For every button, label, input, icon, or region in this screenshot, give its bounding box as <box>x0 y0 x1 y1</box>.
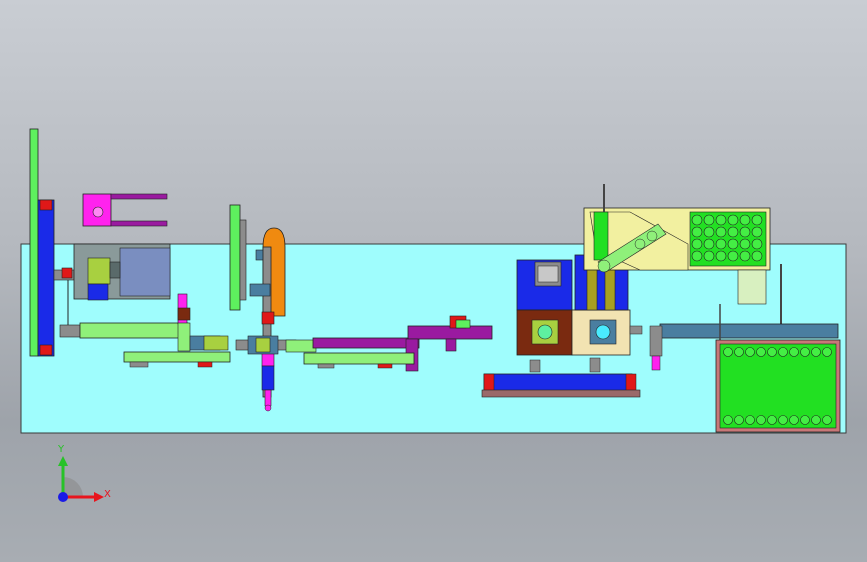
part-circle <box>691 226 703 238</box>
part-circle <box>703 214 715 226</box>
part-circle <box>811 415 821 425</box>
part-circle <box>734 347 744 357</box>
part-circle <box>739 250 751 262</box>
part-circle <box>767 415 777 425</box>
part-circle <box>703 250 715 262</box>
part-circle <box>739 238 751 250</box>
part-circle <box>745 415 755 425</box>
part-circle <box>822 415 832 425</box>
part-circle <box>751 238 763 250</box>
part-circle <box>723 347 733 357</box>
part-circle <box>778 347 788 357</box>
part-circle <box>691 214 703 226</box>
part-circle <box>715 214 727 226</box>
part-circle <box>734 415 744 425</box>
part-circle <box>691 250 703 262</box>
part-circle <box>723 415 733 425</box>
part-circle <box>739 214 751 226</box>
part-circle <box>789 347 799 357</box>
part-circle <box>800 415 810 425</box>
part-circle <box>691 238 703 250</box>
part-circle <box>727 214 739 226</box>
part-circle <box>727 238 739 250</box>
part-circle <box>756 347 766 357</box>
part-circle <box>767 347 777 357</box>
part-circle <box>751 214 763 226</box>
cad-viewport[interactable]: X Y <box>0 0 867 562</box>
x-axis-label: X <box>104 489 111 500</box>
part-circle <box>822 347 832 357</box>
part-circle <box>739 226 751 238</box>
part-circle <box>727 226 739 238</box>
part-circle <box>703 238 715 250</box>
part-circle <box>745 347 755 357</box>
left-motor-block <box>73 243 171 301</box>
part-circle <box>800 347 810 357</box>
part-circle <box>727 250 739 262</box>
part-circle <box>703 226 715 238</box>
part-circle <box>715 238 727 250</box>
part-circle <box>751 226 763 238</box>
part-circle <box>715 250 727 262</box>
part-circle <box>778 415 788 425</box>
part-circle <box>756 415 766 425</box>
part-circle <box>789 415 799 425</box>
part-circle <box>811 347 821 357</box>
magenta-clamp-assembly <box>82 193 168 227</box>
coordinate-triad: X Y <box>57 444 111 502</box>
part-circle <box>715 226 727 238</box>
y-axis-label: Y <box>57 444 65 455</box>
z-axis-dot <box>58 492 68 502</box>
part-circle <box>751 250 763 262</box>
